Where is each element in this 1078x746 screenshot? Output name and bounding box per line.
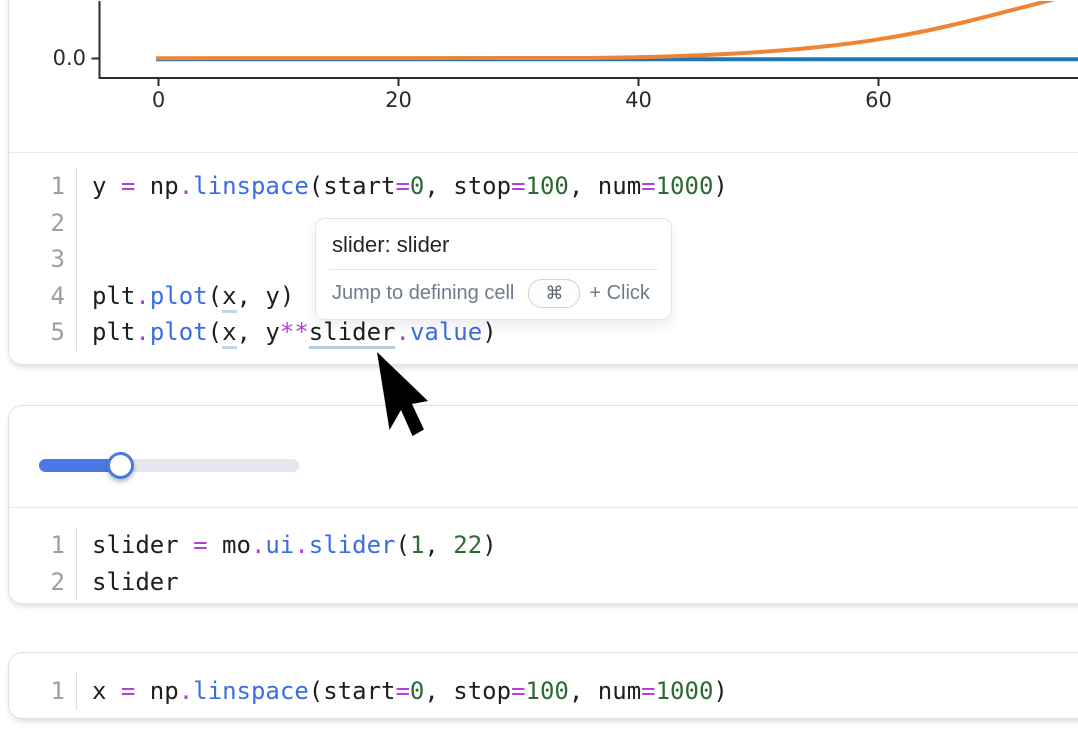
series-orange-line [156, 1, 1067, 58]
click-hint-label: + Click [589, 282, 650, 305]
slider-handle[interactable] [107, 452, 134, 479]
x-tick-label: 60 [865, 88, 892, 112]
code-text [77, 241, 92, 278]
line-number: 2 [9, 564, 77, 601]
code-text: x = np.linspace(start=0, stop=100, num=1… [77, 673, 728, 710]
y-tick-label: 0.0 [53, 46, 86, 70]
line-number: 3 [9, 241, 77, 278]
plot-output: 0.0 0 20 40 60 [9, 0, 1078, 153]
x-tick-label: 0 [152, 88, 165, 112]
matplotlib-figure: 0.0 0 20 40 60 [9, 1, 1078, 153]
line-number: 4 [9, 278, 77, 315]
tooltip-action-row: Jump to defining cell ⌘ + Click [316, 270, 671, 319]
notebook-stage: 0.0 0 20 40 60 1y = np.linspace(start=0,… [0, 0, 1078, 746]
code-line[interactable]: 1slider = mo.ui.slider(1, 22) [9, 527, 1078, 564]
jump-to-cell-label: Jump to defining cell [332, 282, 514, 305]
code-line[interactable]: 1x = np.linspace(start=0, stop=100, num=… [9, 673, 1078, 710]
line-number: 1 [9, 527, 77, 564]
code-text: y = np.linspace(start=0, stop=100, num=1… [77, 168, 728, 205]
code-text: slider = mo.ui.slider(1, 22) [77, 527, 497, 564]
code-text: plt.plot(x, y) [77, 278, 294, 315]
slider-widget[interactable] [39, 452, 299, 479]
line-number: 1 [9, 168, 77, 205]
code-editor[interactable]: 1x = np.linspace(start=0, stop=100, num=… [9, 653, 1078, 719]
cell-slider: 1slider = mo.ui.slider(1, 22)2slider [8, 405, 1078, 604]
command-key-badge: ⌘ [528, 279, 580, 308]
line-number: 5 [9, 314, 77, 351]
code-line[interactable]: 1y = np.linspace(start=0, stop=100, num=… [9, 168, 1078, 205]
code-line[interactable]: 2slider [9, 564, 1078, 601]
x-tick-label: 40 [625, 88, 652, 112]
line-number: 1 [9, 673, 77, 710]
code-editor[interactable]: 1slider = mo.ui.slider(1, 22)2slider [9, 508, 1078, 604]
code-text: slider [77, 564, 179, 601]
line-number: 2 [9, 205, 77, 242]
mouse-cursor-icon [374, 350, 444, 450]
tooltip-title: slider: slider [316, 219, 671, 269]
slider-output [9, 406, 1078, 508]
cell-x: 1x = np.linspace(start=0, stop=100, num=… [8, 652, 1078, 719]
code-text [77, 205, 92, 242]
variable-tooltip: slider: slider Jump to defining cell ⌘ +… [315, 218, 672, 320]
x-tick-label: 20 [385, 88, 412, 112]
